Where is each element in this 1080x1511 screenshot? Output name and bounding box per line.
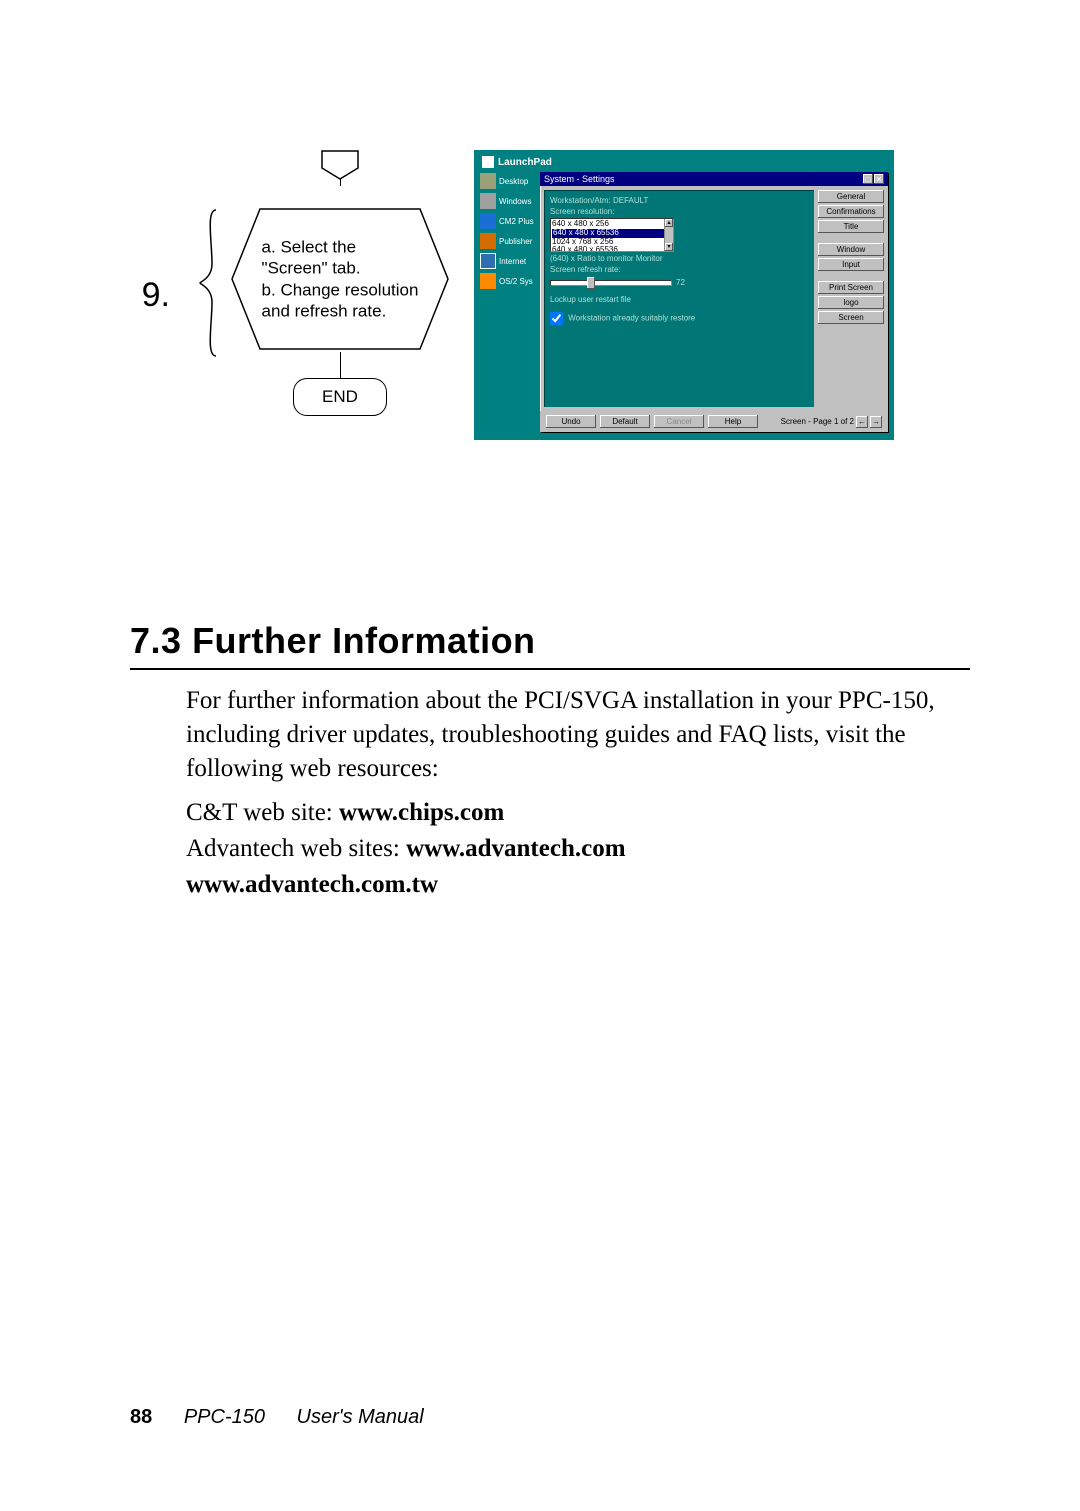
tab-logo[interactable]: logo	[818, 296, 884, 309]
end-terminator: END	[293, 378, 387, 416]
restore-checkbox[interactable]	[550, 312, 563, 325]
launchpad-item-label: Windows	[499, 197, 531, 206]
hexagon-text: a. Select the "Screen" tab. b. Change re…	[262, 237, 419, 322]
tab-input[interactable]: Input	[818, 258, 884, 271]
os2-screenshot-panel: LaunchPad Desktop Windows CM2 Plus	[474, 150, 894, 440]
refresh-rate-label: Screen refresh rate:	[550, 265, 808, 274]
ct-url: www.chips.com	[339, 799, 504, 826]
settings-tab-column: General Confirmations Title Window Input…	[818, 190, 884, 407]
scroll-down-icon[interactable]: ▾	[665, 243, 673, 251]
connector-line	[340, 352, 341, 378]
section-paragraph: For further information about the PCI/SV…	[186, 684, 970, 785]
default-button[interactable]: Default	[600, 415, 650, 428]
refresh-rate-value: 72	[676, 278, 685, 287]
launchpad-item[interactable]: CM2 Plus	[480, 212, 534, 230]
flowchart-column: a. Select the "Screen" tab. b. Change re…	[230, 150, 450, 416]
window-titlebar: System - Settings □ ✕	[540, 172, 888, 186]
workstation-label: Workstation/Atm: DEFAULT	[550, 196, 808, 205]
section-rule	[130, 668, 970, 670]
offpage-connector-icon	[321, 150, 359, 180]
monitor-ratio-label: (640) x Ratio to monitor Monitor	[550, 254, 808, 263]
flowchart-hexagon: a. Select the "Screen" tab. b. Change re…	[230, 204, 450, 354]
page-footer: 88 PPC-150 User's Manual	[130, 1406, 424, 1429]
tab-confirmations[interactable]: Confirmations	[818, 205, 884, 218]
launchpad-item-icon	[480, 253, 496, 269]
restore-checkbox-row[interactable]: Workstation already suitably restore	[550, 312, 808, 325]
launchpad-item[interactable]: Desktop	[480, 172, 534, 190]
footer-model: PPC-150	[184, 1406, 265, 1428]
launchpad-item-label: Publisher	[499, 237, 532, 246]
advantech-url-2: www.advantech.com.tw	[186, 871, 970, 899]
cancel-button: Cancel	[654, 415, 704, 428]
refresh-rate-slider[interactable]	[550, 280, 672, 286]
tab-screen[interactable]: Screen	[818, 311, 884, 324]
window-title: System - Settings	[544, 174, 615, 184]
window-button-row: Undo Default Cancel Help Screen - Page 1…	[540, 411, 888, 432]
resolution-listbox[interactable]: 640 x 480 x 256 640 x 480 x 65536 1024 x…	[550, 218, 674, 252]
launchpad-title: LaunchPad	[480, 156, 888, 172]
launchpad-item[interactable]: OS/2 Sys	[480, 272, 534, 290]
launchpad-sidebar: Desktop Windows CM2 Plus Publisher	[480, 172, 534, 432]
tab-window[interactable]: Window	[818, 243, 884, 256]
resolution-label: Screen resolution:	[550, 207, 808, 216]
listbox-scrollbar[interactable]: ▴ ▾	[664, 219, 673, 251]
launchpad-item-label: CM2 Plus	[499, 217, 534, 226]
launchpad-item-label: OS/2 Sys	[499, 277, 533, 286]
restore-checkbox-label: Workstation already suitably restore	[568, 314, 695, 323]
window-maximize-icon[interactable]: □	[863, 174, 873, 184]
page-next-icon[interactable]: →	[870, 416, 882, 428]
scroll-up-icon[interactable]: ▴	[665, 219, 673, 227]
launchpad-item-icon	[480, 193, 496, 209]
figure-row: 9. a. Select	[130, 150, 970, 440]
launchpad-item-label: Internet	[499, 257, 526, 266]
help-button[interactable]: Help	[708, 415, 758, 428]
slider-thumb[interactable]	[587, 277, 595, 289]
launchpad-item-icon	[480, 273, 496, 289]
page-prev-icon[interactable]: ←	[856, 416, 868, 428]
lockup-note: Lockup user restart file	[550, 295, 808, 304]
launchpad-icon	[482, 156, 494, 168]
undo-button[interactable]: Undo	[546, 415, 596, 428]
launchpad-item[interactable]: Windows	[480, 192, 534, 210]
tab-print-screen[interactable]: Print Screen	[818, 281, 884, 294]
footer-page-number: 88	[130, 1406, 152, 1428]
step-number: 9.	[130, 276, 170, 315]
launchpad-item[interactable]: Publisher	[480, 232, 534, 250]
launchpad-item-label: Desktop	[499, 177, 528, 186]
footer-doc-title: User's Manual	[297, 1406, 424, 1428]
system-settings-window: System - Settings □ ✕ Workstation/Atm: D…	[540, 172, 888, 432]
launchpad-item-icon	[480, 173, 496, 189]
launchpad-item-icon	[480, 213, 496, 229]
window-close-icon[interactable]: ✕	[874, 174, 884, 184]
launchpad-item[interactable]: Internet	[480, 252, 534, 270]
tab-general[interactable]: General	[818, 190, 884, 203]
advantech-website-row: Advantech web sites: www.advantech.com	[186, 835, 970, 863]
tab-title[interactable]: Title	[818, 220, 884, 233]
brace-icon	[198, 208, 220, 358]
page-status: Screen - Page 1 of 2 ← →	[781, 416, 882, 428]
section-heading: 7.3 Further Information	[130, 620, 970, 662]
settings-main-area: Workstation/Atm: DEFAULT Screen resoluti…	[544, 190, 814, 407]
advantech-url-1: www.advantech.com	[406, 835, 625, 862]
launchpad-item-icon	[480, 233, 496, 249]
ct-website-row: C&T web site: www.chips.com	[186, 799, 970, 827]
flowchart-brace-group: a. Select the "Screen" tab. b. Change re…	[198, 150, 450, 416]
